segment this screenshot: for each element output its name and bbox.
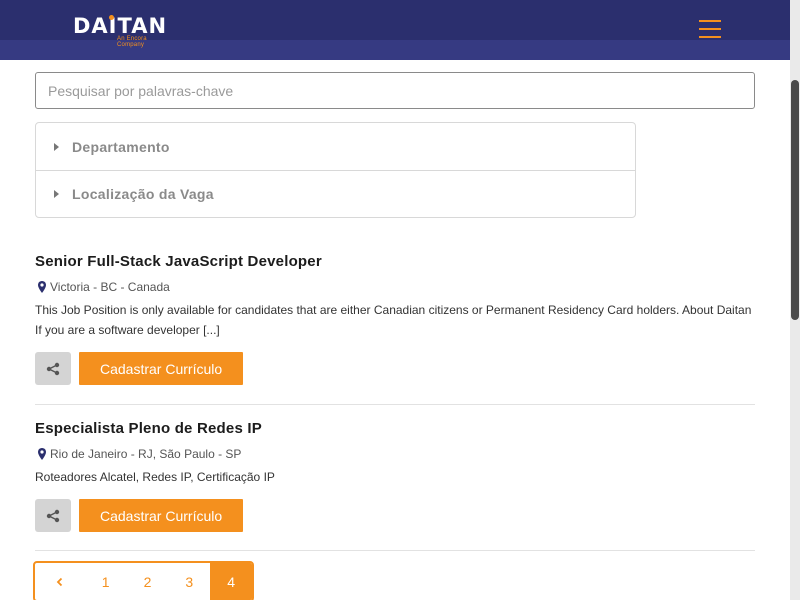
chevron-left-icon bbox=[56, 577, 63, 586]
share-button[interactable] bbox=[35, 499, 71, 532]
map-pin-icon bbox=[38, 281, 46, 293]
top-navigation-bar: DAITAN An Encora Company bbox=[0, 0, 790, 60]
logo-dot bbox=[109, 15, 114, 20]
daitan-logo[interactable]: DAITAN An Encora Company bbox=[73, 14, 173, 48]
job-title-link[interactable]: Senior Full-Stack JavaScript Developer bbox=[35, 253, 755, 270]
pagination-page-3[interactable]: 3 bbox=[168, 563, 210, 600]
job-location-text: Rio de Janeiro - RJ, São Paulo - SP bbox=[50, 447, 242, 461]
job-location: Rio de Janeiro - RJ, São Paulo - SP bbox=[35, 447, 755, 461]
job-divider bbox=[35, 404, 755, 405]
page-scrollbar[interactable] bbox=[790, 0, 800, 600]
hamburger-line bbox=[699, 20, 721, 22]
logo-wordmark: DAITAN bbox=[73, 14, 168, 38]
pagination-page-2[interactable]: 2 bbox=[127, 563, 169, 600]
apply-cv-button[interactable]: Cadastrar Currículo bbox=[79, 352, 244, 385]
pagination-page-4[interactable]: 4 bbox=[210, 563, 252, 600]
pagination-prev-button[interactable] bbox=[35, 563, 85, 600]
job-description: This Job Position is only available for … bbox=[35, 303, 752, 337]
filter-accordion: Departamento Localização da Vaga bbox=[35, 122, 636, 218]
job-actions: Cadastrar Currículo bbox=[35, 499, 755, 532]
hamburger-line bbox=[699, 28, 721, 30]
filter-location-label: Localização da Vaga bbox=[72, 186, 214, 202]
share-button[interactable] bbox=[35, 352, 71, 385]
map-pin-icon bbox=[38, 448, 46, 460]
job-actions: Cadastrar Currículo bbox=[35, 352, 755, 385]
job-listing: Senior Full-Stack JavaScript Developer V… bbox=[35, 253, 755, 385]
hamburger-menu-icon[interactable] bbox=[699, 20, 721, 38]
share-icon bbox=[46, 509, 60, 522]
keyword-search-input[interactable] bbox=[35, 72, 755, 109]
scrollbar-thumb[interactable] bbox=[791, 80, 799, 320]
job-divider bbox=[35, 550, 755, 551]
job-location-text: Victoria - BC - Canada bbox=[50, 280, 170, 294]
filter-department-label: Departamento bbox=[72, 138, 170, 155]
job-location: Victoria - BC - Canada bbox=[35, 280, 755, 294]
pagination: 1 2 3 4 bbox=[33, 561, 254, 600]
share-icon bbox=[46, 362, 60, 375]
pagination-page-1[interactable]: 1 bbox=[85, 563, 127, 600]
filter-job-location[interactable]: Localização da Vaga bbox=[36, 170, 635, 217]
job-description: Roteadores Alcatel, Redes IP, Certificaç… bbox=[35, 470, 275, 484]
caret-right-icon bbox=[54, 190, 59, 198]
filter-department[interactable]: Departamento bbox=[36, 123, 635, 170]
apply-cv-button[interactable]: Cadastrar Currículo bbox=[79, 499, 244, 532]
job-title-link[interactable]: Especialista Pleno de Redes IP bbox=[35, 420, 755, 437]
caret-right-icon bbox=[54, 142, 59, 151]
job-listing: Especialista Pleno de Redes IP Rio de Ja… bbox=[35, 420, 755, 532]
hamburger-line bbox=[699, 36, 721, 38]
